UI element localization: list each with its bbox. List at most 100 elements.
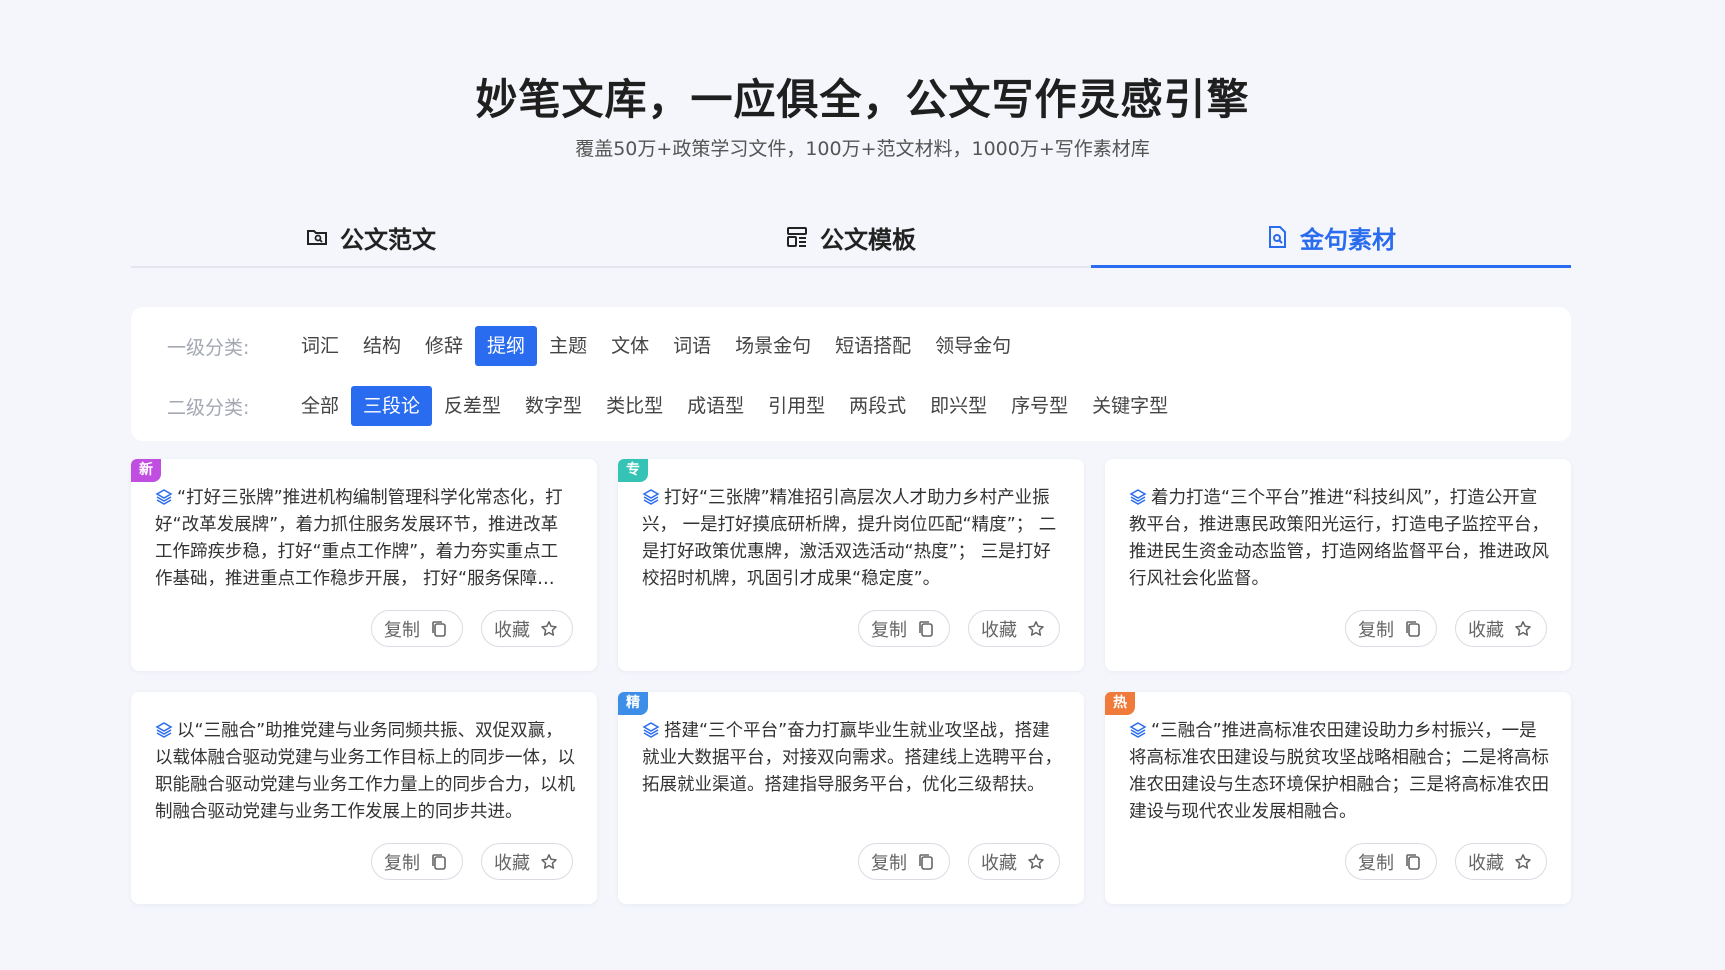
star-icon bbox=[540, 853, 558, 871]
card-badge: 新 bbox=[131, 459, 161, 482]
layers-icon bbox=[155, 488, 173, 506]
template-icon bbox=[786, 226, 808, 248]
copy-button[interactable]: 复制 bbox=[858, 610, 950, 647]
favorite-button[interactable]: 收藏 bbox=[481, 843, 573, 880]
tab-label: 公文模板 bbox=[820, 225, 916, 254]
copy-button[interactable]: 复制 bbox=[858, 843, 950, 880]
level2-chip[interactable]: 引用型 bbox=[756, 386, 837, 426]
favorite-label: 收藏 bbox=[1468, 619, 1504, 641]
card-text-content: 着力打造“三个平台”推进“科技纠风”，打造公开宣教平台，推进惠民政策阳光运行，打… bbox=[1129, 488, 1549, 589]
sentence-card[interactable]: 新 “打好三张牌”推进机构编制管理科学化常态化，打好“改革发展牌”，着力抓住服务发… bbox=[131, 459, 597, 671]
level2-filter-row: 二级分类: 全部 三段论 反差型 数字型 类比型 成语型 引用型 两段式 即兴型… bbox=[167, 386, 1180, 426]
card-text: 以“三融合”助推党建与业务同频共振、双促双赢，以载体融合驱动党建与业务工作目标上… bbox=[155, 718, 575, 826]
favorite-button[interactable]: 收藏 bbox=[968, 843, 1060, 880]
copy-label: 复制 bbox=[384, 852, 420, 874]
copy-button[interactable]: 复制 bbox=[371, 843, 463, 880]
card-badge: 专 bbox=[618, 459, 648, 482]
level1-chip-active[interactable]: 提纲 bbox=[475, 326, 538, 366]
tab-official-samples[interactable]: 公文范文 bbox=[131, 220, 611, 266]
level2-chip[interactable]: 反差型 bbox=[432, 386, 513, 426]
star-icon bbox=[1027, 620, 1045, 638]
copy-icon bbox=[917, 620, 935, 638]
copy-button[interactable]: 复制 bbox=[371, 610, 463, 647]
level1-chip[interactable]: 结构 bbox=[351, 326, 413, 366]
level2-chip[interactable]: 两段式 bbox=[837, 386, 918, 426]
level1-chip[interactable]: 短语搭配 bbox=[823, 326, 923, 366]
level1-chip[interactable]: 词语 bbox=[661, 326, 723, 366]
level1-label: 一级分类: bbox=[167, 336, 250, 359]
copy-label: 复制 bbox=[1358, 619, 1394, 641]
card-badge: 热 bbox=[1105, 692, 1135, 715]
level1-chip[interactable]: 领导金句 bbox=[923, 326, 1023, 366]
layers-icon bbox=[1129, 721, 1147, 739]
copy-icon bbox=[1404, 853, 1422, 871]
copy-label: 复制 bbox=[1358, 852, 1394, 874]
favorite-button[interactable]: 收藏 bbox=[1455, 843, 1547, 880]
layers-icon bbox=[642, 721, 660, 739]
level1-filter-row: 一级分类: 词汇 结构 修辞 提纲 主题 文体 词语 场景金句 短语搭配 领导金… bbox=[167, 326, 1023, 366]
level2-chip-active[interactable]: 三段论 bbox=[351, 386, 433, 426]
favorite-button[interactable]: 收藏 bbox=[481, 610, 573, 647]
copy-icon bbox=[430, 853, 448, 871]
level2-chip[interactable]: 关键字型 bbox=[1080, 386, 1180, 426]
copy-label: 复制 bbox=[384, 619, 420, 641]
card-text: 搭建“三个平台”奋力打赢毕业生就业攻坚战，搭建就业大数据平台，对接双向需求。搭建… bbox=[642, 718, 1062, 826]
level2-label: 二级分类: bbox=[167, 396, 250, 419]
level2-chip[interactable]: 即兴型 bbox=[918, 386, 999, 426]
level1-chip[interactable]: 词汇 bbox=[289, 326, 351, 366]
copy-icon bbox=[1404, 620, 1422, 638]
tab-label: 公文范文 bbox=[340, 225, 436, 254]
sentence-card[interactable]: 精搭建“三个平台”奋力打赢毕业生就业攻坚战，搭建就业大数据平台，对接双向需求。搭… bbox=[618, 692, 1084, 904]
page-subtitle: 覆盖50万+政策学习文件，100万+范文材料，1000万+写作素材库 bbox=[575, 138, 1150, 160]
sentence-card[interactable]: 以“三融合”助推党建与业务同频共振、双促双赢，以载体融合驱动党建与业务工作目标上… bbox=[131, 692, 597, 904]
layers-icon bbox=[642, 488, 660, 506]
page-title: 妙笔文库，一应俱全，公文写作灵感引擎 bbox=[475, 75, 1250, 124]
level2-chip[interactable]: 成语型 bbox=[675, 386, 756, 426]
card-text-content: 搭建“三个平台”奋力打赢毕业生就业攻坚战，搭建就业大数据平台，对接双向需求。搭建… bbox=[642, 721, 1062, 795]
level1-chip[interactable]: 主题 bbox=[537, 326, 599, 366]
filter-panel: 一级分类: 词汇 结构 修辞 提纲 主题 文体 词语 场景金句 短语搭配 领导金… bbox=[131, 307, 1571, 441]
favorite-label: 收藏 bbox=[981, 619, 1017, 641]
level2-chip[interactable]: 全部 bbox=[289, 386, 351, 426]
star-icon bbox=[1514, 853, 1532, 871]
tab-official-templates[interactable]: 公文模板 bbox=[611, 220, 1091, 266]
favorite-label: 收藏 bbox=[1468, 852, 1504, 874]
folder-icon bbox=[306, 226, 328, 248]
tab-label: 金句素材 bbox=[1300, 225, 1396, 254]
sentence-card[interactable]: 专打好“三张牌”精准招引高层次人才助力乡村产业振兴， 一是打好摸底研析牌，提升岗… bbox=[618, 459, 1084, 671]
favorite-button[interactable]: 收藏 bbox=[968, 610, 1060, 647]
copy-label: 复制 bbox=[871, 619, 907, 641]
star-icon bbox=[1514, 620, 1532, 638]
favorite-label: 收藏 bbox=[494, 852, 530, 874]
sentence-card[interactable]: 着力打造“三个平台”推进“科技纠风”，打造公开宣教平台，推进惠民政策阳光运行，打… bbox=[1105, 459, 1571, 671]
card-text: 打好“三张牌”精准招引高层次人才助力乡村产业振兴， 一是打好摸底研析牌，提升岗位… bbox=[642, 485, 1062, 593]
copy-button[interactable]: 复制 bbox=[1345, 843, 1437, 880]
favorite-button[interactable]: 收藏 bbox=[1455, 610, 1547, 647]
layers-icon bbox=[155, 721, 173, 739]
level2-chip[interactable]: 类比型 bbox=[594, 386, 675, 426]
layers-icon bbox=[1129, 488, 1147, 506]
document-search-icon bbox=[1266, 226, 1288, 248]
tab-golden-sentences[interactable]: 金句素材 bbox=[1091, 220, 1571, 268]
card-text: 着力打造“三个平台”推进“科技纠风”，打造公开宣教平台，推进惠民政策阳光运行，打… bbox=[1129, 485, 1549, 593]
copy-icon bbox=[917, 853, 935, 871]
card-text-content: 打好“三张牌”精准招引高层次人才助力乡村产业振兴， 一是打好摸底研析牌，提升岗位… bbox=[642, 488, 1057, 589]
card-text: “三融合”推进高标准农田建设助力乡村振兴，一是将高标准农田建设与脱贫攻坚战略相融… bbox=[1129, 718, 1549, 826]
card-text-content: 以“三融合”助推党建与业务同频共振、双促双赢，以载体融合驱动党建与业务工作目标上… bbox=[155, 721, 575, 822]
card-badge: 精 bbox=[618, 692, 648, 715]
main-tabs: 公文范文 公文模板 金句素材 bbox=[131, 220, 1571, 268]
card-text-content: “打好三张牌”推进机构编制管理科学化常态化，打好“改革发展牌”，着力抓住服务发展… bbox=[155, 488, 563, 589]
level1-chip[interactable]: 场景金句 bbox=[723, 326, 823, 366]
sentence-card[interactable]: 热 “三融合”推进高标准农田建设助力乡村振兴，一是将高标准农田建设与脱贫攻坚战略相… bbox=[1105, 692, 1571, 904]
level2-chip[interactable]: 数字型 bbox=[513, 386, 594, 426]
copy-label: 复制 bbox=[871, 852, 907, 874]
star-icon bbox=[540, 620, 558, 638]
level1-chip[interactable]: 修辞 bbox=[413, 326, 475, 366]
level1-chip[interactable]: 文体 bbox=[599, 326, 661, 366]
copy-icon bbox=[430, 620, 448, 638]
copy-button[interactable]: 复制 bbox=[1345, 610, 1437, 647]
level2-chip[interactable]: 序号型 bbox=[999, 386, 1080, 426]
card-text-content: “三融合”推进高标准农田建设助力乡村振兴，一是将高标准农田建设与脱贫攻坚战略相融… bbox=[1129, 721, 1549, 822]
card-text: “打好三张牌”推进机构编制管理科学化常态化，打好“改革发展牌”，着力抓住服务发展… bbox=[155, 485, 575, 593]
favorite-label: 收藏 bbox=[981, 852, 1017, 874]
